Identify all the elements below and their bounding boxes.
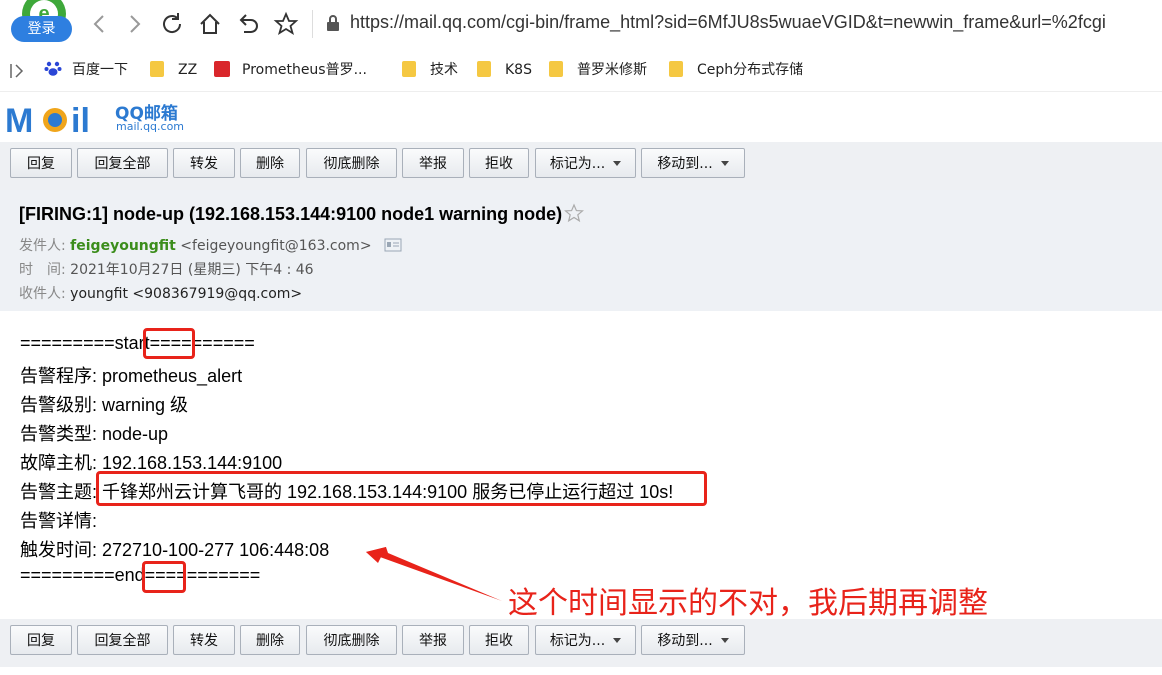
time-value: 2021年10月27日 (星期三) 下午4 : 46 xyxy=(70,262,314,278)
body-line-program: 告警程序: prometheus_alert xyxy=(20,366,243,386)
move-to-label: 移动到... xyxy=(657,156,713,172)
highlight-topic xyxy=(96,471,707,506)
bookmark-ceph[interactable]: Ceph分布式存储 xyxy=(669,59,803,81)
mail-logo-icon: M il xyxy=(5,102,90,138)
end-prefix: ========= xyxy=(20,565,115,585)
from-label: 发件人: xyxy=(19,238,66,254)
folder-icon xyxy=(477,61,491,77)
back-icon[interactable] xyxy=(86,10,114,38)
browser-address-bar: e 登录 https://mail.qq.com/cgi-bin/frame_h… xyxy=(0,0,1162,49)
end-word: end xyxy=(114,565,145,585)
home-icon[interactable] xyxy=(196,10,224,38)
recipient: youngfit <908367919@qq.com> xyxy=(70,286,303,302)
url-separator xyxy=(312,10,313,38)
topic-label: 告警主题: xyxy=(20,482,98,502)
forward-icon[interactable] xyxy=(120,10,148,38)
folder-icon xyxy=(549,61,563,77)
delete-button[interactable]: 删除 xyxy=(240,625,300,655)
time-row: 时 间: 2021年10月27日 (星期三) 下午4 : 46 xyxy=(19,259,314,279)
bookmark-baidu[interactable]: 百度一下 xyxy=(44,59,128,81)
time-label: 时 间: xyxy=(19,262,66,278)
delete-permanent-button[interactable]: 彻底删除 xyxy=(306,148,397,178)
to-row: 收件人: youngfit <908367919@qq.com> xyxy=(19,283,302,303)
sidebar-toggle-icon[interactable] xyxy=(8,61,28,81)
chevron-down-icon xyxy=(720,638,729,643)
bookmark-label: 百度一下 xyxy=(72,62,128,78)
mark-as-dropdown[interactable]: 标记为... xyxy=(535,625,636,655)
reply-button[interactable]: 回复 xyxy=(10,625,72,655)
bookmark-label: Prometheus普罗... xyxy=(242,62,367,78)
body-line-detail: 告警详情: xyxy=(20,511,98,531)
mail-toolbar-top: 回复 回复全部 转发 删除 彻底删除 举报 拒收 标记为... 移动到... xyxy=(0,142,1162,190)
reload-icon[interactable] xyxy=(158,10,186,38)
subject-text: [FIRING:1] node-up (192.168.153.144:9100… xyxy=(19,204,563,224)
move-to-dropdown[interactable]: 移动到... xyxy=(641,148,745,178)
bookmark-prometheus-cn[interactable]: 普罗米修斯 xyxy=(549,59,647,81)
undo-icon[interactable] xyxy=(234,10,262,38)
star-icon[interactable] xyxy=(564,203,585,223)
body-line-type: 告警类型: node-up xyxy=(20,424,169,444)
mail-subject: [FIRING:1] node-up (192.168.153.144:9100… xyxy=(19,203,585,225)
body-line-trigger-time: 触发时间: 272710-100-277 106:448:08 xyxy=(20,540,330,560)
forward-button[interactable]: 转发 xyxy=(173,148,235,178)
highlight-end xyxy=(142,561,186,593)
bookmark-tech[interactable]: 技术 xyxy=(402,59,458,81)
delete-button[interactable]: 删除 xyxy=(240,148,300,178)
qq-mail-logo[interactable]: M il QQ邮箱 mail.qq.com xyxy=(5,96,205,140)
bookmark-label: 普罗米修斯 xyxy=(577,62,647,78)
url-field[interactable]: https://mail.qq.com/cgi-bin/frame_html?s… xyxy=(350,12,1106,33)
highlight-start xyxy=(143,328,195,359)
svg-text:il: il xyxy=(71,102,90,138)
sender-address: <feigeyoungfit@163.com> xyxy=(180,238,372,254)
chevron-down-icon xyxy=(613,638,622,643)
bookmark-prometheus[interactable]: Prometheus普罗... xyxy=(214,59,367,81)
start-prefix: ========= xyxy=(20,333,115,353)
report-button[interactable]: 举报 xyxy=(402,625,464,655)
contact-card-icon[interactable] xyxy=(384,238,402,252)
reply-all-button[interactable]: 回复全部 xyxy=(77,625,168,655)
delete-permanent-button[interactable]: 彻底删除 xyxy=(306,625,397,655)
mail-toolbar-bottom: 回复 回复全部 转发 删除 彻底删除 举报 拒收 标记为... 移动到... xyxy=(0,619,1162,667)
report-button[interactable]: 举报 xyxy=(402,148,464,178)
bookmark-label: K8S xyxy=(505,62,532,78)
login-button[interactable]: 登录 xyxy=(11,16,72,42)
move-to-label: 移动到... xyxy=(657,633,713,649)
to-label: 收件人: xyxy=(19,286,66,302)
bookmark-red-icon xyxy=(214,61,230,77)
chevron-down-icon xyxy=(613,161,622,166)
folder-icon xyxy=(150,61,164,77)
lock-icon xyxy=(327,15,339,31)
reject-button[interactable]: 拒收 xyxy=(469,148,529,178)
bookmark-k8s[interactable]: K8S xyxy=(477,59,532,81)
reply-button[interactable]: 回复 xyxy=(10,148,72,178)
body-end-line: =========end=========== xyxy=(20,565,260,586)
bookmark-label: ZZ xyxy=(178,62,198,78)
annotation-arrow-icon xyxy=(366,547,502,601)
bookmark-label: 技术 xyxy=(430,62,458,78)
body-line-level: 告警级别: warning 级 xyxy=(20,395,189,415)
mark-as-label: 标记为... xyxy=(549,633,606,649)
mark-as-label: 标记为... xyxy=(549,156,606,172)
favorite-star-icon[interactable] xyxy=(272,10,300,38)
bookmark-label: Ceph分布式存储 xyxy=(697,62,804,78)
reject-button[interactable]: 拒收 xyxy=(469,625,529,655)
mail-logo-domain: mail.qq.com xyxy=(116,120,185,133)
folder-icon xyxy=(402,61,416,77)
annotation-note: 这个时间显示的不对，我后期再调整 xyxy=(508,586,988,621)
from-row: 发件人: feigeyoungfit <feigeyoungfit@163.co… xyxy=(19,235,402,255)
body-start-line: =========start========== xyxy=(20,333,255,354)
chevron-down-icon xyxy=(720,161,729,166)
baidu-icon xyxy=(44,61,62,76)
reply-all-button[interactable]: 回复全部 xyxy=(77,148,168,178)
forward-button[interactable]: 转发 xyxy=(173,625,235,655)
move-to-dropdown[interactable]: 移动到... xyxy=(641,625,745,655)
sender-name[interactable]: feigeyoungfit xyxy=(70,238,176,254)
bookmarks-bar: 百度一下 ZZ Prometheus普罗... 技术 K8S 普罗米修斯 Cep… xyxy=(0,49,1162,92)
bookmark-zz[interactable]: ZZ xyxy=(150,59,197,81)
mark-as-dropdown[interactable]: 标记为... xyxy=(535,148,636,178)
svg-text:M: M xyxy=(5,102,33,138)
folder-icon xyxy=(669,61,683,77)
